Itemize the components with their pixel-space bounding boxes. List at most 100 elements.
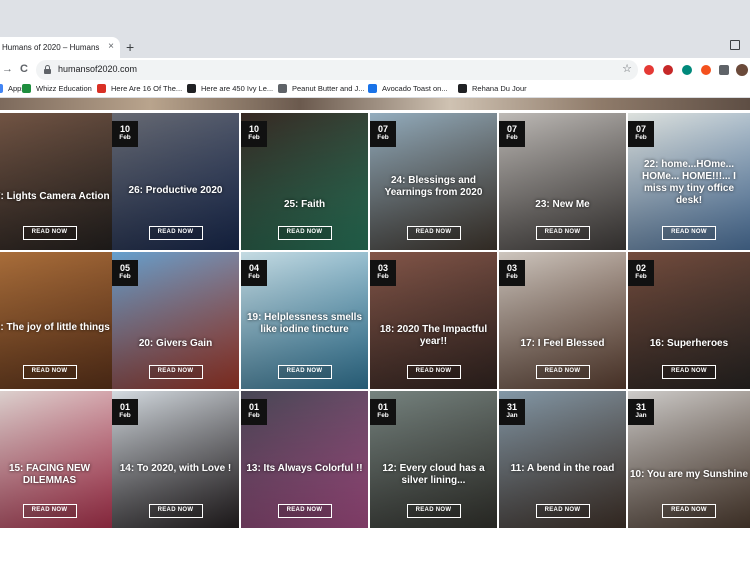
story-card[interactable]: 10 Feb 26: Productive 2020 READ NOW [112, 113, 239, 250]
extension-icon[interactable] [701, 65, 711, 75]
story-card[interactable]: 01 Feb 14: To 2020, with Love ! READ NOW [112, 391, 239, 528]
date-day: 03 [506, 263, 517, 273]
read-now-button[interactable]: READ NOW [406, 226, 461, 240]
read-now-button[interactable]: READ NOW [22, 504, 77, 518]
story-title[interactable]: 11: A bend in the road [501, 463, 624, 475]
read-now-button[interactable]: READ NOW [535, 365, 590, 379]
date-badge: 01 Feb [112, 399, 138, 425]
date-month: Jan [506, 412, 518, 419]
story-card[interactable]: 01 Feb 13: Its Always Colorful !! READ NOW [241, 391, 368, 528]
story-card[interactable]: 03 Feb 17: I Feel Blessed READ NOW [499, 252, 626, 389]
extension-icon[interactable] [663, 65, 673, 75]
read-now-button[interactable]: READ NOW [662, 365, 716, 379]
read-now-button[interactable]: READ NOW [148, 226, 203, 240]
story-title[interactable]: 10: You are my Sunshine [630, 469, 748, 481]
bookmark-item[interactable]: Rehana Du Jour [458, 84, 527, 93]
date-day: 10 [119, 124, 130, 134]
story-title[interactable]: 22: home...HOme... HOMe... HOME!!!... I … [630, 159, 748, 207]
story-card[interactable]: 05Feb21: The joy of little thingsREAD NO… [0, 252, 113, 389]
story-title[interactable]: 16: Superheroes [630, 338, 748, 350]
close-icon[interactable]: × [108, 41, 114, 53]
story-title[interactable]: 19: Helplessness smells like iodine tinc… [243, 312, 366, 336]
story-card[interactable]: 03 Feb 18: 2020 The Impactful year!! READ N… [370, 252, 497, 389]
read-now-button[interactable]: READ NOW [277, 226, 332, 240]
read-now-button[interactable]: READ NOW [148, 365, 203, 379]
bookmark-item[interactable]: Whizz Education [22, 84, 92, 93]
story-title[interactable]: 15: FACING NEW DILEMMAS [0, 463, 111, 487]
date-day: 01 [377, 402, 388, 412]
story-title[interactable]: 20: Givers Gain [114, 338, 237, 350]
date-month: Feb [119, 273, 131, 280]
bookmarks-bar: Apps Whizz Education Here Are 16 Of The...… [0, 82, 750, 98]
story-card[interactable]: 05 Feb 20: Givers Gain READ NOW [112, 252, 239, 389]
story-card[interactable]: 07 Feb 24: Blessings and Yearnings from 20… [370, 113, 497, 250]
header-image-strip [0, 98, 750, 110]
date-month: Feb [377, 134, 389, 141]
story-title[interactable]: 26: Productive 2020 [114, 185, 237, 197]
read-now-button[interactable]: READ NOW [662, 226, 716, 240]
story-card[interactable]: 10Feb27: Lights Camera ActionREAD NOW [0, 113, 113, 250]
story-title[interactable]: 12: Every cloud has a silver lining... [372, 463, 495, 487]
story-title[interactable]: 17: I Feel Blessed [501, 338, 624, 350]
story-title[interactable]: 18: 2020 The Impactful year!! [372, 324, 495, 348]
tab-strip: Humans of 2020 – Humans of 2020 × + [0, 0, 750, 58]
date-month: Feb [377, 273, 389, 280]
story-card[interactable]: 31 Jan 10: You are my Sunshine READ NOW [628, 391, 750, 528]
story-title[interactable]: 25: Faith [243, 199, 366, 211]
bookmark-item[interactable]: Peanut Butter and J... [278, 84, 365, 93]
read-now-button[interactable]: READ NOW [662, 504, 716, 518]
url-text[interactable]: humansof2020.com [58, 64, 137, 74]
story-card[interactable]: 02 Feb 16: Superheroes READ NOW [628, 252, 750, 389]
restore-window-icon[interactable] [730, 40, 740, 50]
new-tab-icon[interactable]: + [126, 40, 134, 54]
puzzle-icon[interactable] [719, 65, 729, 75]
bookmark-item[interactable]: Here are 450 Ivy Le... [187, 84, 273, 93]
story-card[interactable]: 31 Jan 11: A bend in the road READ NOW [499, 391, 626, 528]
reload-icon[interactable]: C [20, 63, 28, 75]
date-day: 02 [635, 263, 646, 273]
forward-icon[interactable]: → [2, 63, 13, 75]
read-now-button[interactable]: READ NOW [535, 226, 590, 240]
bookmark-item[interactable]: Here Are 16 Of The... [97, 84, 182, 93]
bookmark-label: Whizz Education [36, 84, 92, 93]
story-title[interactable]: 21: The joy of little things [0, 322, 111, 334]
read-now-button[interactable]: READ NOW [277, 504, 332, 518]
browser-tab[interactable]: Humans of 2020 – Humans of 2020 × [0, 37, 120, 58]
bookmark-star-icon[interactable]: ☆ [622, 63, 632, 76]
story-title[interactable]: 14: To 2020, with Love ! [114, 463, 237, 475]
extension-icon[interactable] [682, 65, 692, 75]
date-badge: 03 Feb [370, 260, 396, 286]
story-title[interactable]: 27: Lights Camera Action [0, 191, 111, 203]
date-month: Feb [119, 134, 131, 141]
story-title[interactable]: 23: New Me [501, 199, 624, 211]
date-day: 07 [377, 124, 388, 134]
story-card[interactable]: 10 Feb 25: Faith READ NOW [241, 113, 368, 250]
story-title[interactable]: 24: Blessings and Yearnings from 2020 [372, 175, 495, 199]
bookmark-favicon-icon [0, 84, 3, 93]
date-badge: 03 Feb [499, 260, 525, 286]
tab-title: Humans of 2020 – Humans of 2020 [2, 43, 102, 52]
bookmark-item[interactable]: Avocado Toast on... [368, 84, 448, 93]
lock-icon[interactable] [44, 65, 51, 74]
story-card[interactable]: 07 Feb 22: home...HOme... HOMe... HOME!!!.… [628, 113, 750, 250]
address-bar[interactable]: humansof2020.com ☆ [36, 60, 638, 80]
avatar[interactable] [736, 64, 748, 76]
read-now-button[interactable]: READ NOW [406, 365, 461, 379]
date-day: 31 [506, 402, 517, 412]
date-badge: 10 Feb [241, 121, 267, 147]
story-title[interactable]: 13: Its Always Colorful !! [243, 463, 366, 475]
story-card[interactable]: 01 Feb 12: Every cloud has a silver lining… [370, 391, 497, 528]
read-now-button[interactable]: READ NOW [535, 504, 590, 518]
story-card[interactable]: 04 Feb 19: Helplessness smells like iodine… [241, 252, 368, 389]
read-now-button[interactable]: READ NOW [148, 504, 203, 518]
story-card[interactable]: 01Feb15: FACING NEW DILEMMASREAD NOW [0, 391, 113, 528]
extension-icon[interactable] [644, 65, 654, 75]
read-now-button[interactable]: READ NOW [406, 504, 461, 518]
read-now-button[interactable]: READ NOW [22, 226, 77, 240]
date-badge: 07 Feb [370, 121, 396, 147]
story-card[interactable]: 07 Feb 23: New Me READ NOW [499, 113, 626, 250]
read-now-button[interactable]: READ NOW [277, 365, 332, 379]
read-now-button[interactable]: READ NOW [22, 365, 77, 379]
bookmark-label: Rehana Du Jour [472, 84, 527, 93]
date-month: Feb [377, 412, 389, 419]
